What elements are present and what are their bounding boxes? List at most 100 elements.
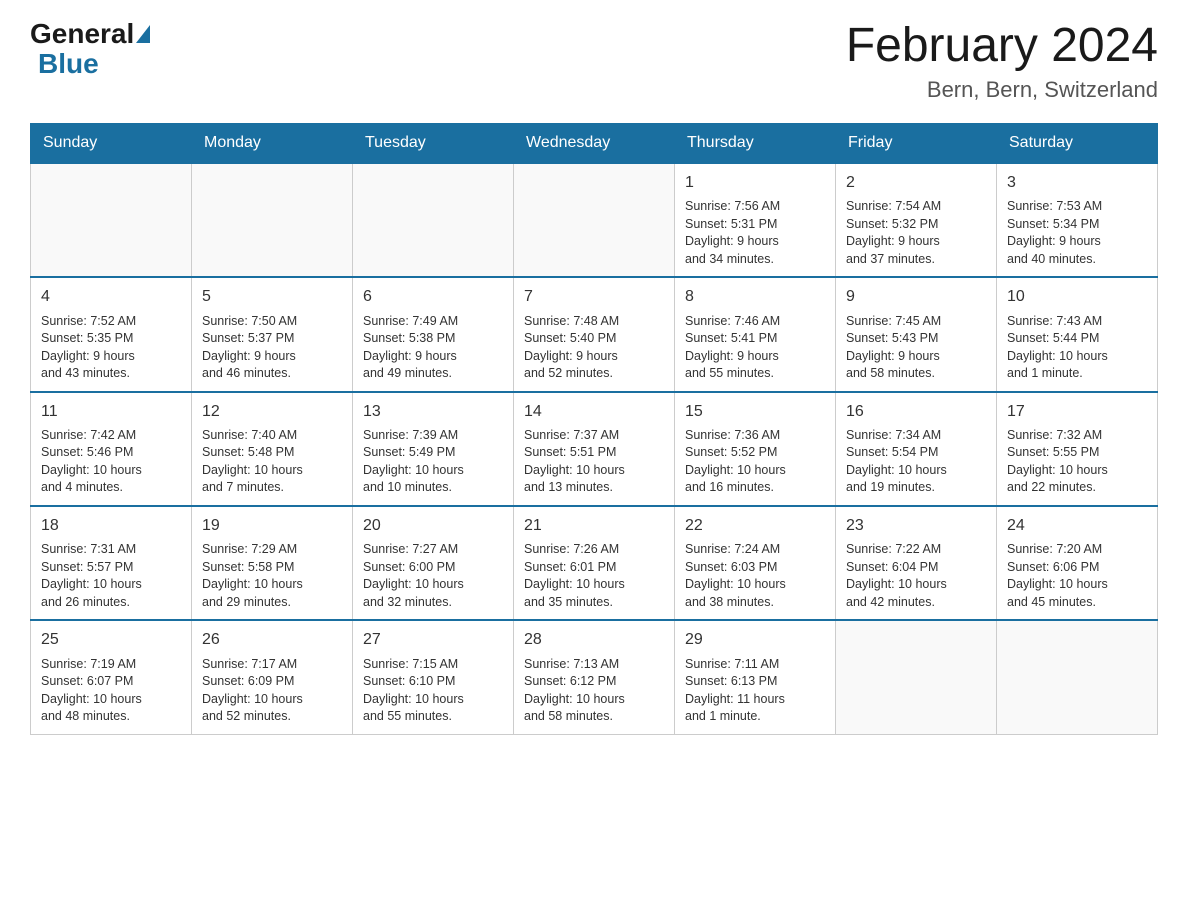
weekday-header-row: SundayMondayTuesdayWednesdayThursdayFrid…: [31, 123, 1158, 163]
day-number: 27: [363, 629, 503, 651]
day-info: Sunrise: 7:29 AM Sunset: 5:58 PM Dayligh…: [202, 541, 342, 611]
day-number: 28: [524, 629, 664, 651]
day-number: 18: [41, 515, 181, 537]
day-info: Sunrise: 7:56 AM Sunset: 5:31 PM Dayligh…: [685, 198, 825, 268]
day-number: 6: [363, 286, 503, 308]
day-info: Sunrise: 7:22 AM Sunset: 6:04 PM Dayligh…: [846, 541, 986, 611]
day-info: Sunrise: 7:17 AM Sunset: 6:09 PM Dayligh…: [202, 656, 342, 726]
location-title: Bern, Bern, Switzerland: [846, 77, 1158, 103]
calendar-cell: [997, 620, 1158, 734]
calendar-cell: 15 Sunrise: 7:36 AM Sunset: 5:52 PM Dayli…: [675, 392, 836, 506]
calendar-week-3: 11 Sunrise: 7:42 AM Sunset: 5:46 PM Dayli…: [31, 392, 1158, 506]
day-number: 26: [202, 629, 342, 651]
calendar-cell: 7 Sunrise: 7:48 AM Sunset: 5:40 PM Daylig…: [514, 277, 675, 391]
calendar-cell: [514, 163, 675, 277]
day-number: 8: [685, 286, 825, 308]
calendar-cell: 11 Sunrise: 7:42 AM Sunset: 5:46 PM Dayli…: [31, 392, 192, 506]
weekday-header-wednesday: Wednesday: [514, 123, 675, 163]
logo: General Blue: [30, 20, 152, 80]
calendar-week-4: 18 Sunrise: 7:31 AM Sunset: 5:57 PM Dayli…: [31, 506, 1158, 620]
calendar-week-2: 4Sunrise: 7:52 AM Sunset: 5:35 PM Daylig…: [31, 277, 1158, 391]
day-info: Sunrise: 7:48 AM Sunset: 5:40 PM Dayligh…: [524, 313, 664, 383]
title-block: February 2024 Bern, Bern, Switzerland: [846, 20, 1158, 103]
day-number: 29: [685, 629, 825, 651]
day-number: 16: [846, 401, 986, 423]
calendar-cell: 10Sunrise: 7:43 AM Sunset: 5:44 PM Dayli…: [997, 277, 1158, 391]
calendar-cell: 28 Sunrise: 7:13 AM Sunset: 6:12 PM Dayli…: [514, 620, 675, 734]
day-info: Sunrise: 7:53 AM Sunset: 5:34 PM Dayligh…: [1007, 198, 1147, 268]
day-number: 15: [685, 401, 825, 423]
calendar-cell: 12 Sunrise: 7:40 AM Sunset: 5:48 PM Dayli…: [192, 392, 353, 506]
calendar-cell: 1 Sunrise: 7:56 AM Sunset: 5:31 PM Daylig…: [675, 163, 836, 277]
calendar-cell: 4Sunrise: 7:52 AM Sunset: 5:35 PM Daylig…: [31, 277, 192, 391]
day-info: Sunrise: 7:50 AM Sunset: 5:37 PM Dayligh…: [202, 313, 342, 383]
day-info: Sunrise: 7:11 AM Sunset: 6:13 PM Dayligh…: [685, 656, 825, 726]
day-number: 13: [363, 401, 503, 423]
calendar-cell: 17Sunrise: 7:32 AM Sunset: 5:55 PM Dayli…: [997, 392, 1158, 506]
calendar-cell: 20 Sunrise: 7:27 AM Sunset: 6:00 PM Dayli…: [353, 506, 514, 620]
day-info: Sunrise: 7:46 AM Sunset: 5:41 PM Dayligh…: [685, 313, 825, 383]
day-number: 11: [41, 401, 181, 423]
day-number: 7: [524, 286, 664, 308]
calendar-cell: [31, 163, 192, 277]
day-number: 20: [363, 515, 503, 537]
calendar-cell: 9 Sunrise: 7:45 AM Sunset: 5:43 PM Daylig…: [836, 277, 997, 391]
calendar-cell: 16 Sunrise: 7:34 AM Sunset: 5:54 PM Dayli…: [836, 392, 997, 506]
day-info: Sunrise: 7:26 AM Sunset: 6:01 PM Dayligh…: [524, 541, 664, 611]
weekday-header-monday: Monday: [192, 123, 353, 163]
weekday-header-thursday: Thursday: [675, 123, 836, 163]
day-number: 24: [1007, 515, 1147, 537]
weekday-header-sunday: Sunday: [31, 123, 192, 163]
day-info: Sunrise: 7:31 AM Sunset: 5:57 PM Dayligh…: [41, 541, 181, 611]
day-number: 14: [524, 401, 664, 423]
day-info: Sunrise: 7:49 AM Sunset: 5:38 PM Dayligh…: [363, 313, 503, 383]
calendar-cell: [192, 163, 353, 277]
day-number: 12: [202, 401, 342, 423]
day-info: Sunrise: 7:27 AM Sunset: 6:00 PM Dayligh…: [363, 541, 503, 611]
day-number: 19: [202, 515, 342, 537]
day-number: 22: [685, 515, 825, 537]
day-number: 21: [524, 515, 664, 537]
calendar-cell: [836, 620, 997, 734]
calendar-cell: 2Sunrise: 7:54 AM Sunset: 5:32 PM Daylig…: [836, 163, 997, 277]
weekday-header-friday: Friday: [836, 123, 997, 163]
day-info: Sunrise: 7:36 AM Sunset: 5:52 PM Dayligh…: [685, 427, 825, 497]
day-info: Sunrise: 7:13 AM Sunset: 6:12 PM Dayligh…: [524, 656, 664, 726]
calendar-cell: 27 Sunrise: 7:15 AM Sunset: 6:10 PM Dayli…: [353, 620, 514, 734]
calendar-cell: 8 Sunrise: 7:46 AM Sunset: 5:41 PM Daylig…: [675, 277, 836, 391]
calendar-cell: 21 Sunrise: 7:26 AM Sunset: 6:01 PM Dayli…: [514, 506, 675, 620]
calendar-cell: 22 Sunrise: 7:24 AM Sunset: 6:03 PM Dayli…: [675, 506, 836, 620]
day-info: Sunrise: 7:39 AM Sunset: 5:49 PM Dayligh…: [363, 427, 503, 497]
calendar-cell: 3 Sunrise: 7:53 AM Sunset: 5:34 PM Daylig…: [997, 163, 1158, 277]
day-info: Sunrise: 7:37 AM Sunset: 5:51 PM Dayligh…: [524, 427, 664, 497]
day-info: Sunrise: 7:54 AM Sunset: 5:32 PM Dayligh…: [846, 198, 986, 268]
month-title: February 2024: [846, 20, 1158, 73]
day-info: Sunrise: 7:42 AM Sunset: 5:46 PM Dayligh…: [41, 427, 181, 497]
day-number: 3: [1007, 172, 1147, 194]
day-number: 9: [846, 286, 986, 308]
page-header: General Blue February 2024 Bern, Bern, S…: [30, 20, 1158, 103]
calendar-cell: 18 Sunrise: 7:31 AM Sunset: 5:57 PM Dayli…: [31, 506, 192, 620]
logo-blue-text: Blue: [38, 48, 99, 80]
day-info: Sunrise: 7:15 AM Sunset: 6:10 PM Dayligh…: [363, 656, 503, 726]
day-number: 1: [685, 172, 825, 194]
calendar-cell: [353, 163, 514, 277]
logo-general-text: General: [30, 20, 134, 48]
calendar-week-1: 1 Sunrise: 7:56 AM Sunset: 5:31 PM Daylig…: [31, 163, 1158, 277]
day-info: Sunrise: 7:45 AM Sunset: 5:43 PM Dayligh…: [846, 313, 986, 383]
calendar-table: SundayMondayTuesdayWednesdayThursdayFrid…: [30, 123, 1158, 735]
day-number: 17: [1007, 401, 1147, 423]
day-info: Sunrise: 7:24 AM Sunset: 6:03 PM Dayligh…: [685, 541, 825, 611]
day-info: Sunrise: 7:34 AM Sunset: 5:54 PM Dayligh…: [846, 427, 986, 497]
day-info: Sunrise: 7:19 AM Sunset: 6:07 PM Dayligh…: [41, 656, 181, 726]
day-number: 5: [202, 286, 342, 308]
weekday-header-tuesday: Tuesday: [353, 123, 514, 163]
calendar-cell: 13 Sunrise: 7:39 AM Sunset: 5:49 PM Dayli…: [353, 392, 514, 506]
calendar-cell: 29 Sunrise: 7:11 AM Sunset: 6:13 PM Dayli…: [675, 620, 836, 734]
calendar-cell: 5 Sunrise: 7:50 AM Sunset: 5:37 PM Daylig…: [192, 277, 353, 391]
logo-triangle-icon: [136, 25, 150, 43]
weekday-header-saturday: Saturday: [997, 123, 1158, 163]
day-info: Sunrise: 7:40 AM Sunset: 5:48 PM Dayligh…: [202, 427, 342, 497]
calendar-cell: 6 Sunrise: 7:49 AM Sunset: 5:38 PM Daylig…: [353, 277, 514, 391]
day-number: 4: [41, 286, 181, 308]
